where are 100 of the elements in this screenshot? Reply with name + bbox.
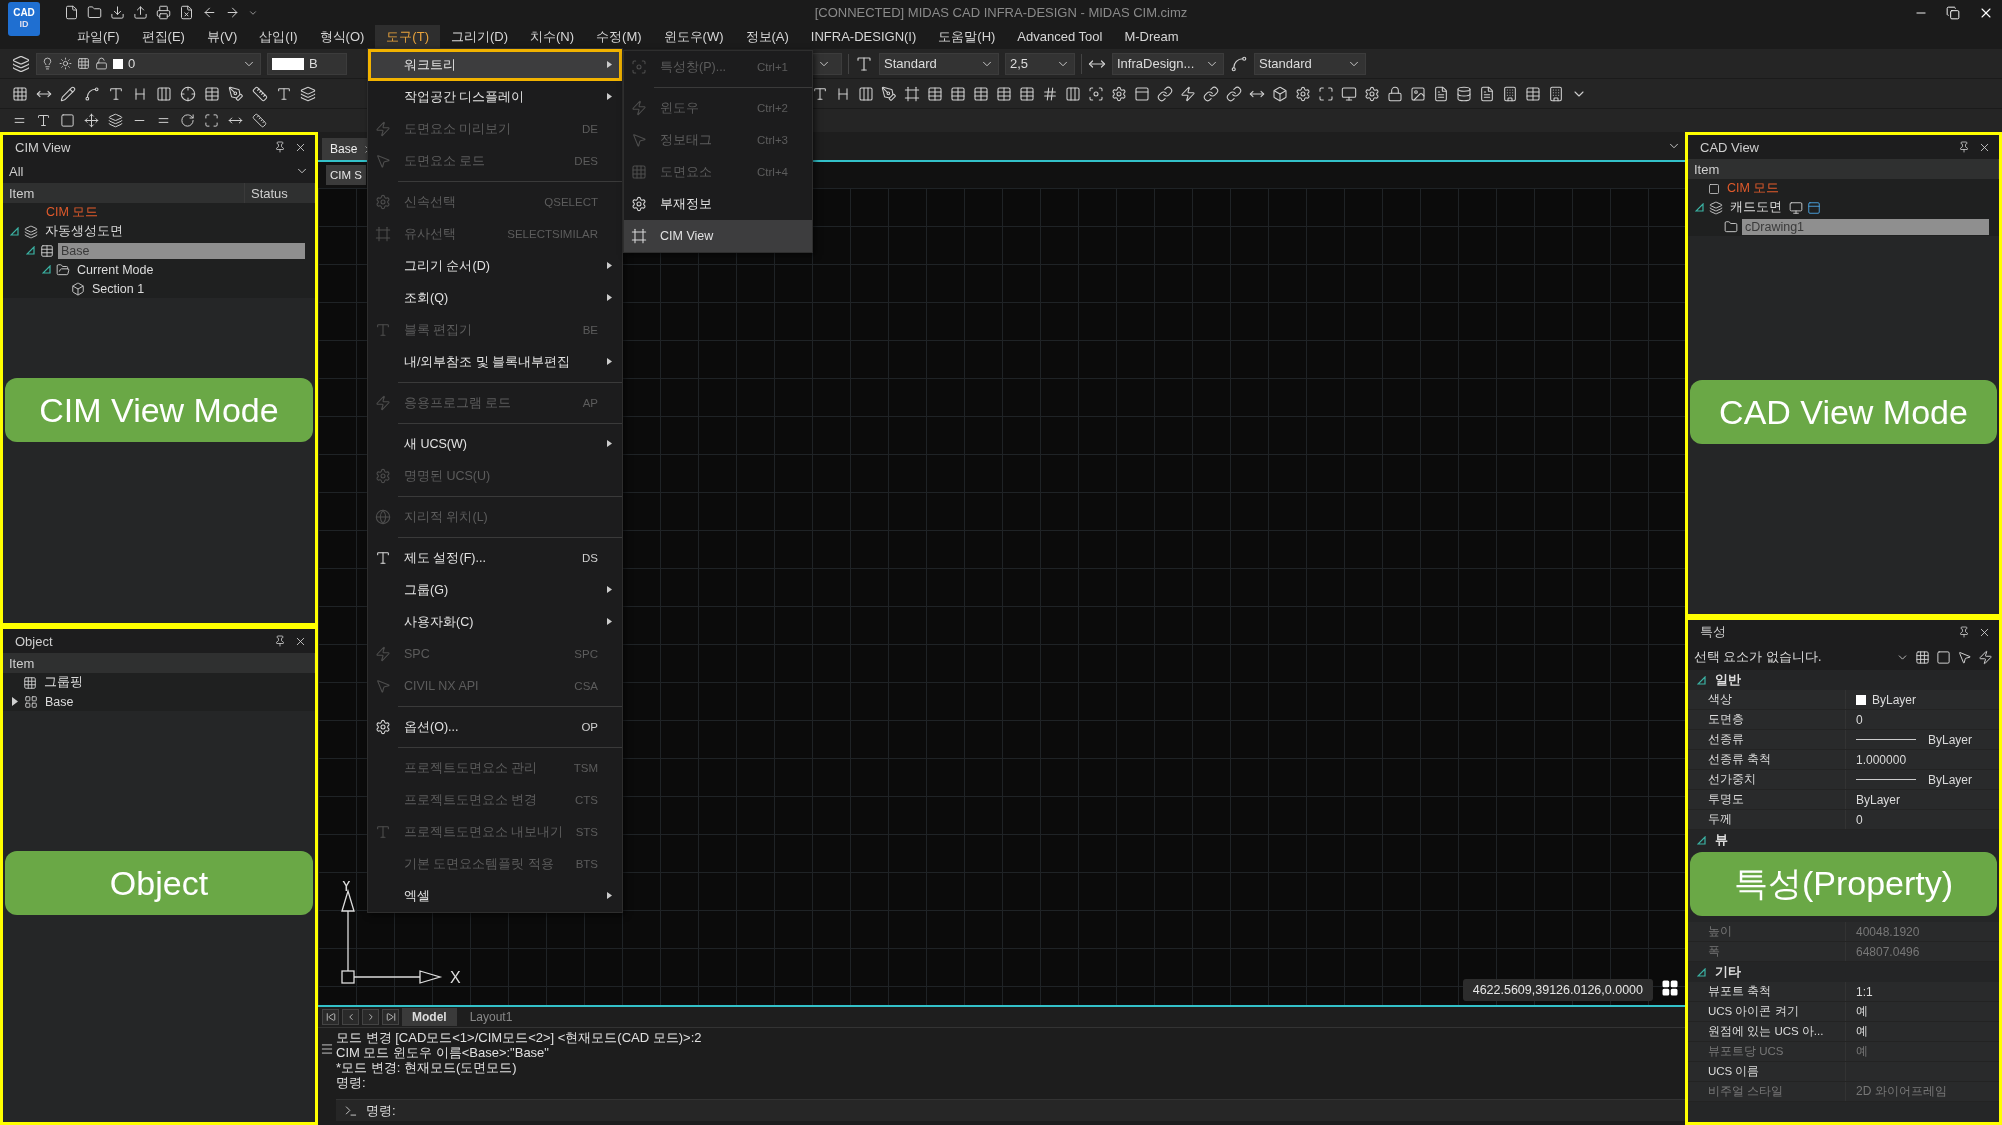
link-icon[interactable] (1226, 85, 1242, 102)
layers-icon[interactable] (108, 113, 123, 128)
filter-dropdown[interactable]: All (3, 159, 315, 183)
menu-item[interactable]: CIM View (624, 220, 812, 252)
document-icon[interactable] (1433, 85, 1449, 102)
select-all-icon[interactable] (1915, 649, 1930, 665)
heading-icon[interactable] (132, 85, 148, 102)
leader-style-dropdown[interactable]: Standard (1254, 52, 1366, 75)
text-icon[interactable] (108, 85, 124, 102)
menu-icon[interactable] (320, 1042, 334, 1056)
menu-item[interactable]: 사용자화(C) (368, 606, 622, 638)
document-icon[interactable] (1479, 85, 1495, 102)
property-value[interactable]: ByLayer (1846, 730, 1999, 749)
menu-bar-item[interactable]: 윈도우(W) (652, 25, 735, 48)
grid-icon[interactable] (12, 85, 28, 102)
move-icon[interactable] (84, 113, 99, 128)
restore-icon[interactable] (1946, 5, 1960, 20)
expanded-caret-icon[interactable] (1697, 967, 1706, 977)
property-value[interactable]: ByLayer (1846, 790, 1999, 809)
menu-bar-item[interactable]: 도움말(H) (927, 25, 1007, 48)
expand-icon[interactable] (1318, 85, 1334, 102)
focus-icon[interactable] (1088, 85, 1104, 102)
tree-item[interactable]: Base (58, 242, 305, 259)
columns-icon[interactable] (858, 85, 874, 102)
bolt-icon[interactable] (1180, 85, 1196, 102)
property-value[interactable]: 예 (1846, 1002, 1999, 1021)
pin-icon[interactable] (1958, 626, 1970, 638)
image-icon[interactable] (1410, 85, 1426, 102)
menu-bar-item[interactable]: 형식(O) (308, 25, 376, 48)
monitor-icon[interactable] (1789, 200, 1803, 215)
gear-icon[interactable] (1111, 85, 1127, 102)
pin-icon[interactable] (274, 141, 286, 153)
link-icon[interactable] (1157, 85, 1173, 102)
crosshair-icon[interactable] (180, 85, 196, 102)
ruler-icon[interactable] (252, 85, 268, 102)
quick-select-icon[interactable] (1936, 649, 1951, 665)
tree-item[interactable]: Section 1 (89, 280, 148, 297)
frame-icon[interactable] (904, 85, 920, 102)
scale-icon[interactable] (204, 113, 219, 128)
gear-icon[interactable] (1295, 85, 1311, 102)
ruler-icon[interactable] (252, 113, 267, 128)
printer-icon[interactable] (156, 5, 171, 20)
menu-bar-item[interactable]: 그리기(D) (439, 25, 519, 48)
expanded-caret-icon[interactable] (1695, 203, 1704, 212)
menu-item[interactable]: 워크트리 (368, 49, 622, 81)
menu-item[interactable]: 부재정보 (624, 188, 812, 220)
table-icon[interactable] (204, 85, 220, 102)
link-icon[interactable] (1203, 85, 1219, 102)
menu-item[interactable]: 내/외부참조 및 블록내부편집 (368, 346, 622, 378)
pen-icon[interactable] (881, 85, 897, 102)
tree-item[interactable]: CIM 모드 (1724, 179, 1783, 198)
new-file-icon[interactable] (64, 5, 79, 20)
table-icon[interactable] (927, 85, 943, 102)
menu-bar-item[interactable]: 편집(E) (130, 25, 196, 48)
lock-icon[interactable] (1387, 85, 1403, 102)
text-icon[interactable] (812, 85, 828, 102)
box-icon[interactable] (1272, 85, 1288, 102)
heading-icon[interactable] (835, 85, 851, 102)
redo-icon[interactable] (225, 5, 240, 20)
menu-item[interactable]: 엑셀 (368, 880, 622, 912)
upload-icon[interactable] (133, 5, 148, 20)
tree-item[interactable]: 캐드도면 (1727, 198, 1785, 217)
tree-item[interactable]: 그룹핑 (41, 673, 86, 692)
layers-icon[interactable] (300, 85, 316, 102)
file-close-icon[interactable] (179, 5, 194, 20)
curve-icon[interactable] (84, 85, 100, 102)
database-icon[interactable] (1456, 85, 1472, 102)
layer-dropdown[interactable]: 0 (36, 52, 261, 75)
expanded-caret-icon[interactable] (26, 246, 35, 255)
property-value[interactable]: 0 (1846, 810, 1999, 829)
expanded-caret-icon[interactable] (10, 227, 19, 236)
table-icon[interactable] (1525, 85, 1541, 102)
expanded-caret-icon[interactable] (1697, 675, 1706, 685)
property-value[interactable]: ByLayer (1846, 770, 1999, 789)
monitor-icon[interactable] (1341, 85, 1357, 102)
toggle-icon[interactable] (1978, 649, 1993, 665)
menu-bar-item[interactable]: INFRA-DESIGN(I) (799, 25, 928, 48)
columns-icon[interactable] (1065, 85, 1081, 102)
square-icon[interactable] (60, 113, 75, 128)
gear-icon[interactable] (1364, 85, 1380, 102)
download-icon[interactable] (110, 5, 125, 20)
tree-item[interactable]: Base (42, 693, 77, 710)
table-icon[interactable] (950, 85, 966, 102)
property-value[interactable]: 1.000000 (1846, 750, 1999, 769)
layout-tab[interactable]: Layout1 (459, 1008, 523, 1026)
menu-bar-item[interactable]: 수정(M) (585, 25, 653, 48)
pin-icon[interactable] (274, 635, 286, 647)
building-icon[interactable] (1502, 85, 1518, 102)
menu-bar-item[interactable]: 삽입(I) (248, 25, 309, 48)
last-tab-button[interactable] (382, 1009, 399, 1025)
menu-item[interactable]: 작업공간 디스플레이 (368, 81, 622, 113)
building-icon[interactable] (1548, 85, 1564, 102)
pin-icon[interactable] (1958, 141, 1970, 153)
menu-item[interactable]: 그룹(G) (368, 574, 622, 606)
collapsed-caret-icon[interactable] (10, 697, 19, 706)
previous-tab-button[interactable] (342, 1009, 359, 1025)
tree-item[interactable]: cDrawing1 (1742, 218, 1989, 235)
leader-icon[interactable] (1230, 54, 1248, 73)
table-icon[interactable] (973, 85, 989, 102)
menu-item[interactable]: 조회(Q) (368, 282, 622, 314)
